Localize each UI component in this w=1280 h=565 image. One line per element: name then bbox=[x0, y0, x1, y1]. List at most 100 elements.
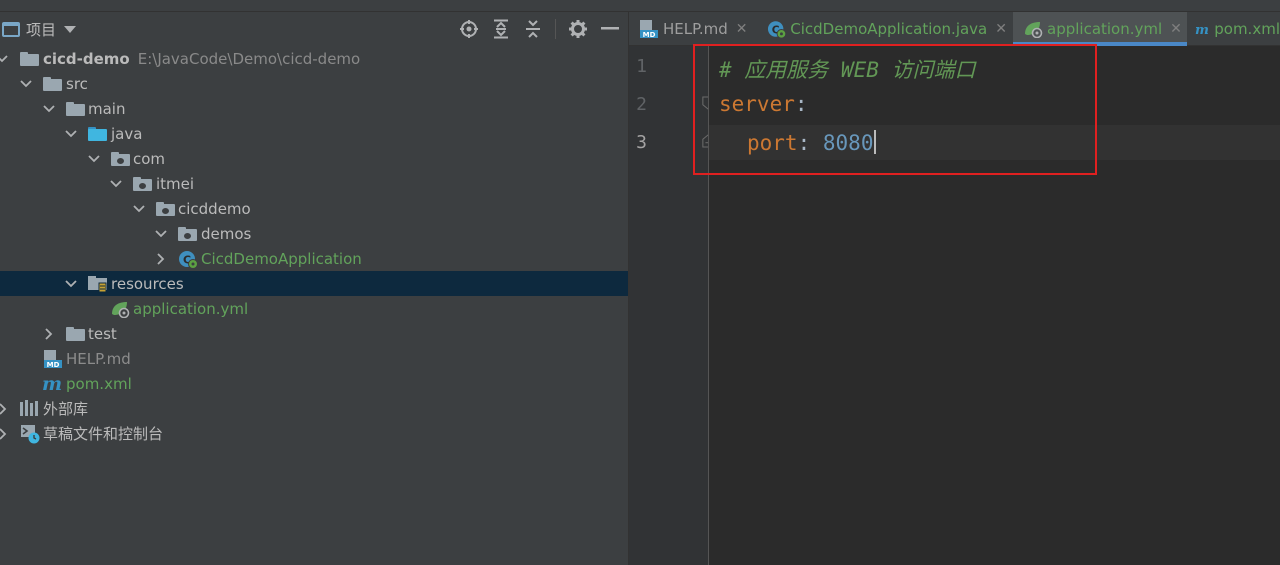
expanded-chevron-icon[interactable] bbox=[20, 78, 32, 90]
line-number: 1 bbox=[636, 56, 647, 77]
collapse-all-button[interactable] bbox=[521, 17, 545, 41]
tab-cicddemoapplication-java[interactable]: C CicdDemoApplication.java ✕ bbox=[767, 12, 1007, 46]
code-line-2[interactable]: server: bbox=[719, 92, 808, 116]
yaml-comment: # 应用服务 WEB 访问端口 bbox=[719, 58, 976, 82]
expanded-chevron-icon[interactable] bbox=[110, 178, 122, 190]
tree-row-itmei[interactable]: itmei bbox=[0, 171, 628, 196]
locate-file-button[interactable] bbox=[457, 17, 481, 41]
tree-label-scratches: 草稿文件和控制台 bbox=[43, 425, 164, 443]
view-selector-chevron-icon[interactable] bbox=[64, 25, 77, 33]
tree-row-java[interactable]: java bbox=[0, 121, 628, 146]
code-line-1[interactable]: # 应用服务 WEB 访问端口 bbox=[719, 54, 976, 84]
collapse-all-icon bbox=[526, 20, 540, 38]
package-icon bbox=[111, 151, 130, 166]
package-icon bbox=[133, 176, 152, 191]
tree-row-application-yml[interactable]: application.yml bbox=[0, 296, 628, 321]
project-path: E:\JavaCode\Demo\cicd-demo bbox=[137, 49, 361, 68]
tab-label: CicdDemoApplication.java bbox=[790, 20, 988, 38]
expanded-chevron-icon[interactable] bbox=[65, 278, 77, 290]
close-icon[interactable]: ✕ bbox=[995, 21, 1007, 37]
resources-folder-icon bbox=[88, 275, 108, 293]
maven-icon: m bbox=[42, 373, 62, 395]
expanded-chevron-icon[interactable] bbox=[88, 153, 100, 165]
folder-icon bbox=[66, 326, 85, 341]
expanded-chevron-icon[interactable] bbox=[43, 103, 55, 115]
scratches-icon bbox=[20, 424, 40, 444]
hide-panel-button[interactable] bbox=[598, 17, 622, 41]
yaml-value-port: 8080 bbox=[822, 131, 874, 155]
tree-row-cicd-demo[interactable]: cicd-demo E:\JavaCode\Demo\cicd-demo bbox=[0, 46, 628, 71]
tab-label: HELP.md bbox=[663, 20, 728, 38]
project-panel-header: 项目 bbox=[0, 12, 628, 46]
folder-icon bbox=[66, 101, 85, 116]
tree-row-com[interactable]: com bbox=[0, 146, 628, 171]
yaml-key-port: port bbox=[747, 131, 798, 155]
tab-application-yml[interactable]: application.yml ✕ bbox=[1013, 12, 1187, 46]
tree-label-external-libraries: 外部库 bbox=[43, 400, 89, 418]
tree-row-main[interactable]: main bbox=[0, 96, 628, 121]
spring-yaml-icon bbox=[1025, 22, 1043, 38]
editor-tab-bar: MD HELP.md ✕ C CicdDemoApplication.java … bbox=[629, 12, 1280, 46]
toolbar-separator bbox=[555, 19, 556, 39]
tree-label-cicd-demo: cicd-demo E:\JavaCode\Demo\cicd-demo bbox=[43, 50, 360, 68]
expanded-chevron-icon[interactable] bbox=[155, 228, 167, 240]
options-button[interactable] bbox=[566, 17, 590, 41]
tree-label-cicddemo: cicddemo bbox=[178, 199, 251, 218]
collapsed-chevron-icon[interactable] bbox=[0, 402, 9, 415]
expanded-chevron-icon[interactable] bbox=[0, 53, 8, 65]
close-icon[interactable]: ✕ bbox=[736, 21, 748, 37]
gear-icon bbox=[569, 20, 587, 38]
source-root-folder-icon bbox=[88, 126, 107, 141]
tab-label: pom.xml bbox=[1214, 20, 1280, 38]
tree-label-main: main bbox=[88, 99, 126, 118]
expand-all-button[interactable] bbox=[489, 17, 513, 41]
code-editor[interactable] bbox=[709, 46, 1280, 565]
collapsed-chevron-icon[interactable] bbox=[0, 427, 9, 440]
tree-row-cicddemoapplication[interactable]: C CicdDemoApplication bbox=[0, 246, 628, 271]
tree-row-help-md[interactable]: MD HELP.md bbox=[0, 346, 628, 371]
tree-label-pom-xml: pom.xml bbox=[66, 374, 132, 393]
tree-label-demos: demos bbox=[201, 224, 252, 243]
markdown-icon: MD bbox=[43, 349, 63, 369]
collapsed-chevron-icon[interactable] bbox=[43, 327, 55, 340]
yaml-colon: : bbox=[797, 131, 811, 155]
tree-row-src[interactable]: src bbox=[0, 71, 628, 96]
tree-row-scratches[interactable]: 草稿文件和控制台 bbox=[0, 421, 628, 446]
project-tree: cicd-demo E:\JavaCode\Demo\cicd-demo src … bbox=[0, 46, 628, 446]
tree-label-application-yml: application.yml bbox=[133, 299, 249, 318]
tab-pom-xml[interactable]: m pom.xml bbox=[1195, 12, 1280, 46]
tree-row-cicddemo[interactable]: cicddemo bbox=[0, 196, 628, 221]
tree-label-test: test bbox=[88, 324, 117, 343]
library-icon bbox=[20, 400, 40, 418]
svg-text:m: m bbox=[42, 373, 62, 393]
project-view-icon bbox=[2, 21, 20, 37]
code-line-3[interactable]: port: 8080 bbox=[747, 130, 877, 155]
tree-row-pom-xml[interactable]: m pom.xml bbox=[0, 371, 628, 396]
minimize-icon bbox=[601, 27, 619, 30]
tree-row-test[interactable]: test bbox=[0, 321, 628, 346]
tree-label-cicddemoapplication: CicdDemoApplication bbox=[201, 249, 362, 268]
expanded-chevron-icon[interactable] bbox=[65, 128, 77, 140]
markdown-icon: MD bbox=[640, 20, 658, 39]
expanded-chevron-icon[interactable] bbox=[133, 203, 145, 215]
expand-all-icon bbox=[494, 19, 508, 39]
package-icon bbox=[178, 226, 197, 241]
tree-label-com: com bbox=[133, 149, 166, 168]
folder-icon bbox=[43, 76, 62, 91]
tree-row-external-libraries[interactable]: 外部库 bbox=[0, 396, 628, 421]
tree-row-demos[interactable]: demos bbox=[0, 221, 628, 246]
tree-row-resources[interactable]: resources bbox=[0, 271, 628, 296]
project-panel: 项目 cicd-demo E:\JavaCode\Demo\cicd-demo … bbox=[0, 12, 628, 565]
close-icon[interactable]: ✕ bbox=[1170, 21, 1182, 37]
tree-label-resources: resources bbox=[111, 274, 184, 293]
svg-text:m: m bbox=[1195, 23, 1209, 38]
line-number: 2 bbox=[636, 94, 647, 115]
collapsed-chevron-icon[interactable] bbox=[155, 252, 167, 265]
line-number: 3 bbox=[636, 132, 647, 153]
spring-class-icon: C bbox=[178, 249, 198, 269]
project-panel-toolbar bbox=[449, 17, 622, 41]
tab-help-md[interactable]: MD HELP.md ✕ bbox=[639, 12, 761, 46]
project-panel-title[interactable]: 项目 bbox=[26, 19, 56, 40]
module-folder-icon bbox=[20, 51, 39, 66]
package-icon bbox=[156, 201, 175, 216]
